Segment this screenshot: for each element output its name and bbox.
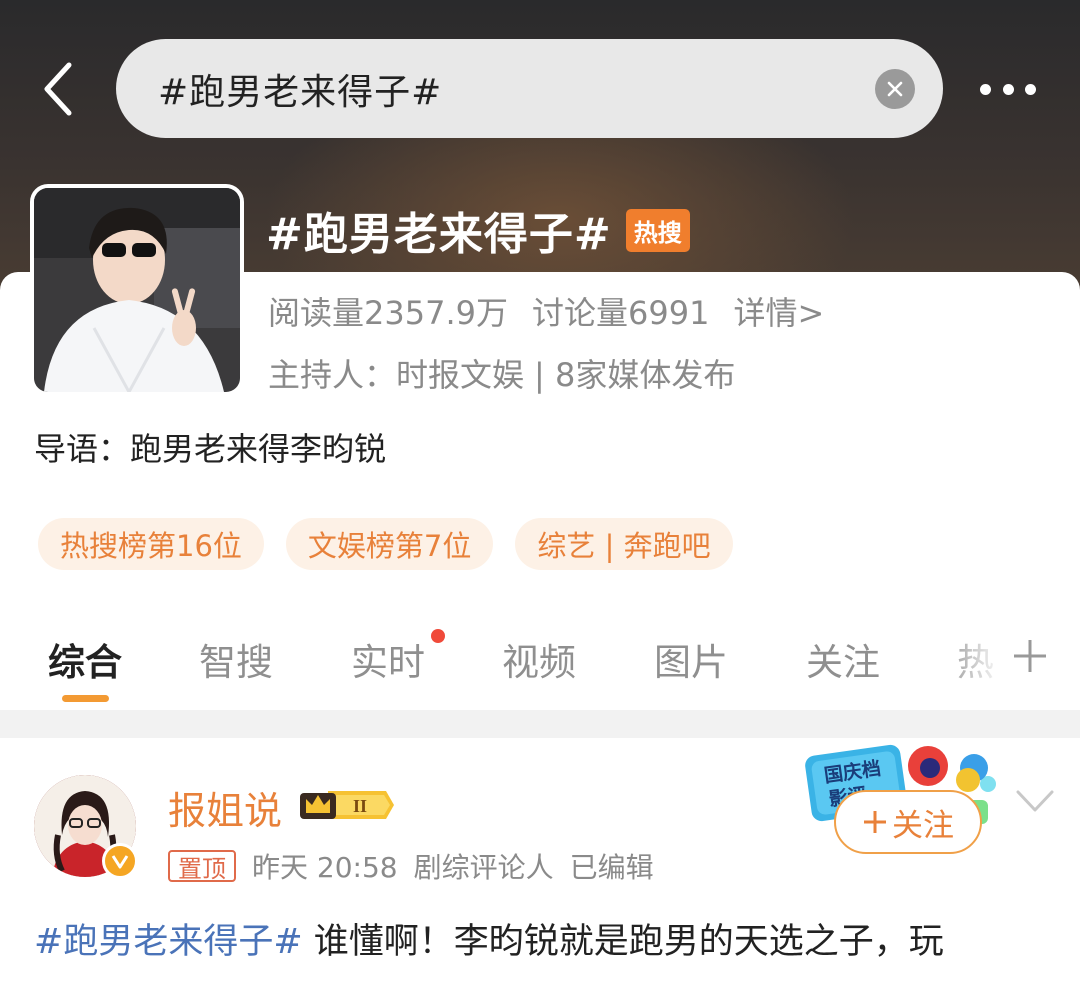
edited-label[interactable]: 已编辑: [570, 846, 654, 886]
back-button[interactable]: [30, 56, 86, 122]
add-tab-button[interactable]: [1010, 636, 1050, 676]
media-count[interactable]: | 8家媒体发布: [534, 350, 735, 396]
post-menu-button[interactable]: [1014, 786, 1056, 816]
pinned-tag: 置顶: [168, 850, 236, 883]
follow-button[interactable]: 关注: [834, 790, 982, 854]
more-options-button[interactable]: [978, 72, 1038, 106]
discussion-count: 讨论量6991: [531, 294, 710, 332]
chevron-left-icon: [44, 62, 72, 116]
search-query-text: #跑男老来得子#: [158, 71, 443, 113]
close-icon: [887, 81, 903, 97]
tab-images[interactable]: 图片: [654, 632, 728, 686]
host-prefix: 主持人：: [268, 356, 397, 394]
topic-host: 主持人：时报文娱 | 8家媒体发布: [268, 350, 735, 396]
tab-video[interactable]: 视频: [502, 632, 576, 686]
topic-intro: 导语：跑男老来得李昀锐: [34, 430, 387, 468]
host-label: 主持人：时报文娱: [268, 350, 524, 396]
realtime-notification-dot: [431, 629, 445, 643]
host-name[interactable]: 时报文娱: [396, 356, 524, 394]
crown-icon: [300, 793, 336, 819]
active-tab-indicator: [62, 695, 109, 702]
more-dots-icon: [980, 83, 991, 95]
topic-stats: 阅读量2357.9万 讨论量6991 详情>: [268, 288, 824, 334]
read-count: 阅读量2357.9万: [268, 294, 508, 332]
clear-search-button[interactable]: [875, 69, 915, 109]
tab-following[interactable]: 关注: [806, 632, 880, 686]
topic-cover-photo: [34, 188, 240, 392]
verified-v-icon: [102, 843, 138, 879]
post-text: 谁懂啊！李昀锐就是跑男的天选之子，玩: [302, 922, 944, 962]
follow-label: 关注: [892, 807, 954, 844]
tab-smart-search[interactable]: 智搜: [199, 632, 273, 686]
user-role: 剧综评论人: [413, 851, 554, 884]
post-body: #跑男老来得子# 谁懂啊！李昀锐就是跑男的天选之子，玩: [34, 912, 1054, 972]
plus-icon: [864, 811, 886, 833]
topic-tags: 热搜榜第16位 文娱榜第7位 综艺 | 奔跑吧: [38, 518, 733, 570]
tag-hot-rank[interactable]: 热搜榜第16位: [38, 518, 264, 570]
tab-realtime[interactable]: 实时: [351, 632, 425, 686]
topic-title-text: #跑男老来得子#: [266, 209, 612, 260]
section-divider: [0, 710, 1080, 738]
tab-comprehensive[interactable]: 综合: [48, 632, 122, 686]
rank-level-text: II: [353, 796, 367, 816]
post-username[interactable]: 报姐说: [168, 780, 282, 835]
tab-bar: 综合 智搜 实时 视频 图片 关注 热: [0, 620, 1080, 710]
post-time: 昨天 20:58: [252, 851, 398, 884]
tag-category[interactable]: 综艺 | 奔跑吧: [515, 518, 733, 570]
details-link[interactable]: 详情>: [733, 288, 824, 334]
plus-icon: [1014, 640, 1046, 672]
topic-title: #跑男老来得子# 热搜: [266, 200, 690, 260]
search-input[interactable]: #跑男老来得子#: [116, 39, 943, 138]
post-meta: 置顶 昨天 20:58 剧综评论人 已编辑: [168, 846, 654, 886]
rank-badge: II: [298, 785, 396, 825]
topic-cover-image[interactable]: [30, 184, 244, 396]
post-hashtag[interactable]: #跑男老来得子#: [34, 922, 303, 962]
chevron-down-icon: [1016, 790, 1054, 812]
hot-badge: 热搜: [625, 208, 690, 252]
tag-entertainment-rank[interactable]: 文娱榜第7位: [285, 518, 494, 570]
